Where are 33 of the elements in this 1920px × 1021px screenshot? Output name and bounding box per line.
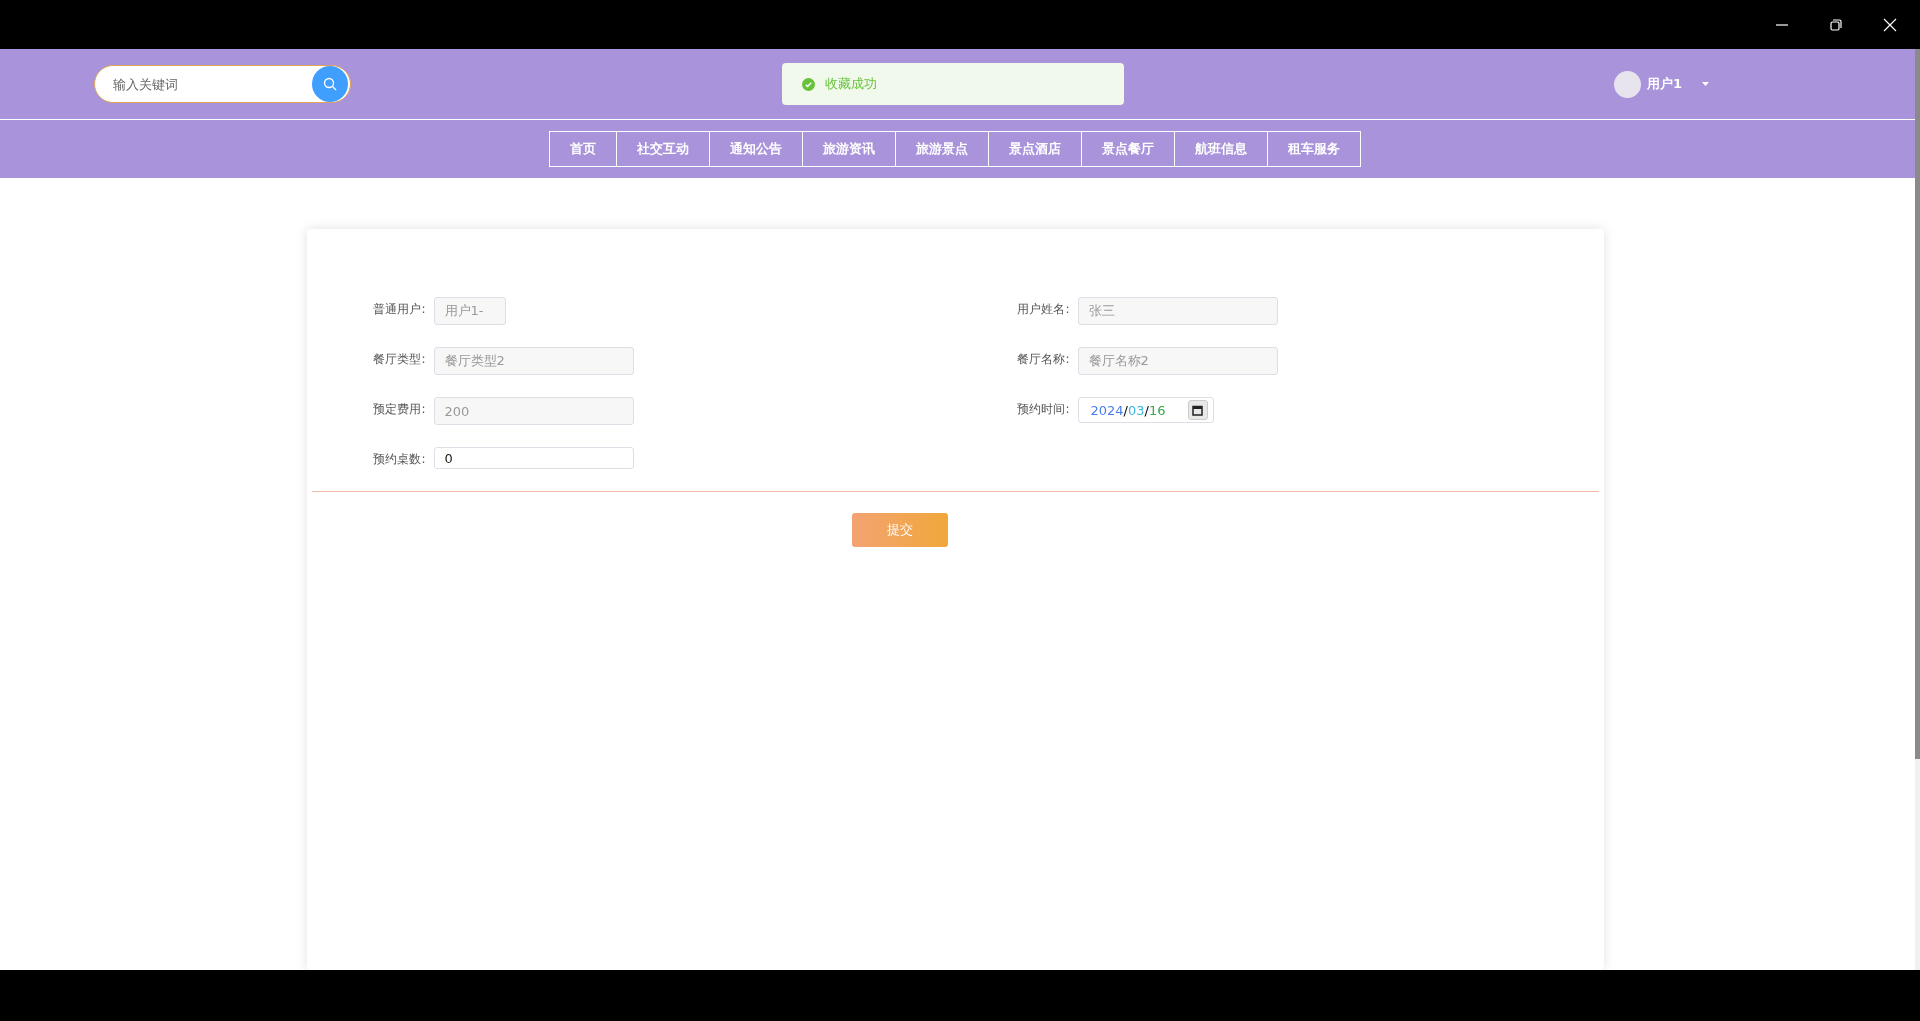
date-value: 2024/03/16: [1090, 402, 1166, 418]
calendar-button[interactable]: [1187, 400, 1208, 420]
check-circle-icon: [802, 77, 815, 91]
field-label: 普通用户:: [372, 301, 426, 318]
scrollbar-thumb[interactable]: [1915, 49, 1920, 759]
field-label: 用户姓名:: [1016, 301, 1070, 318]
caret-icon[interactable]: [1702, 82, 1710, 86]
field-label: 预定费用:: [372, 401, 426, 418]
search-input[interactable]: 输入关键词: [111, 75, 295, 93]
search-button[interactable]: [312, 66, 348, 102]
nav-link[interactable]: 租车服务: [1266, 131, 1361, 167]
toast-message: 收藏成功: [825, 75, 877, 93]
date-field[interactable]: 2024/03/16: [1077, 397, 1214, 423]
nav-link[interactable]: 航班信息: [1173, 131, 1268, 167]
input-field[interactable]: 0: [433, 447, 634, 469]
field-label: 餐厅名称:: [1016, 351, 1070, 368]
field-label: 餐厅类型:: [372, 351, 426, 368]
nav-link[interactable]: 景点餐厅: [1080, 131, 1175, 167]
restore-icon[interactable]: [1828, 16, 1844, 33]
nav-link[interactable]: 社交互动: [615, 131, 710, 167]
submit-button[interactable]: 提交: [852, 513, 948, 547]
nav-link[interactable]: 旅游景点: [894, 131, 989, 167]
search-field[interactable]: 输入关键词: [94, 65, 351, 103]
nav-link[interactable]: 景点酒店: [987, 131, 1082, 167]
search-icon: [323, 77, 337, 91]
nav-link[interactable]: 旅游资讯: [801, 131, 896, 167]
field-label: 预约桌数:: [372, 451, 426, 468]
field-label: 预约时间:: [1016, 401, 1070, 418]
nav-link[interactable]: 通知公告: [708, 131, 803, 167]
calendar-icon: [1192, 404, 1203, 416]
close-icon[interactable]: [1882, 16, 1898, 33]
nav-link[interactable]: 首页: [548, 131, 617, 167]
user-name[interactable]: 用户1: [1647, 75, 1683, 93]
